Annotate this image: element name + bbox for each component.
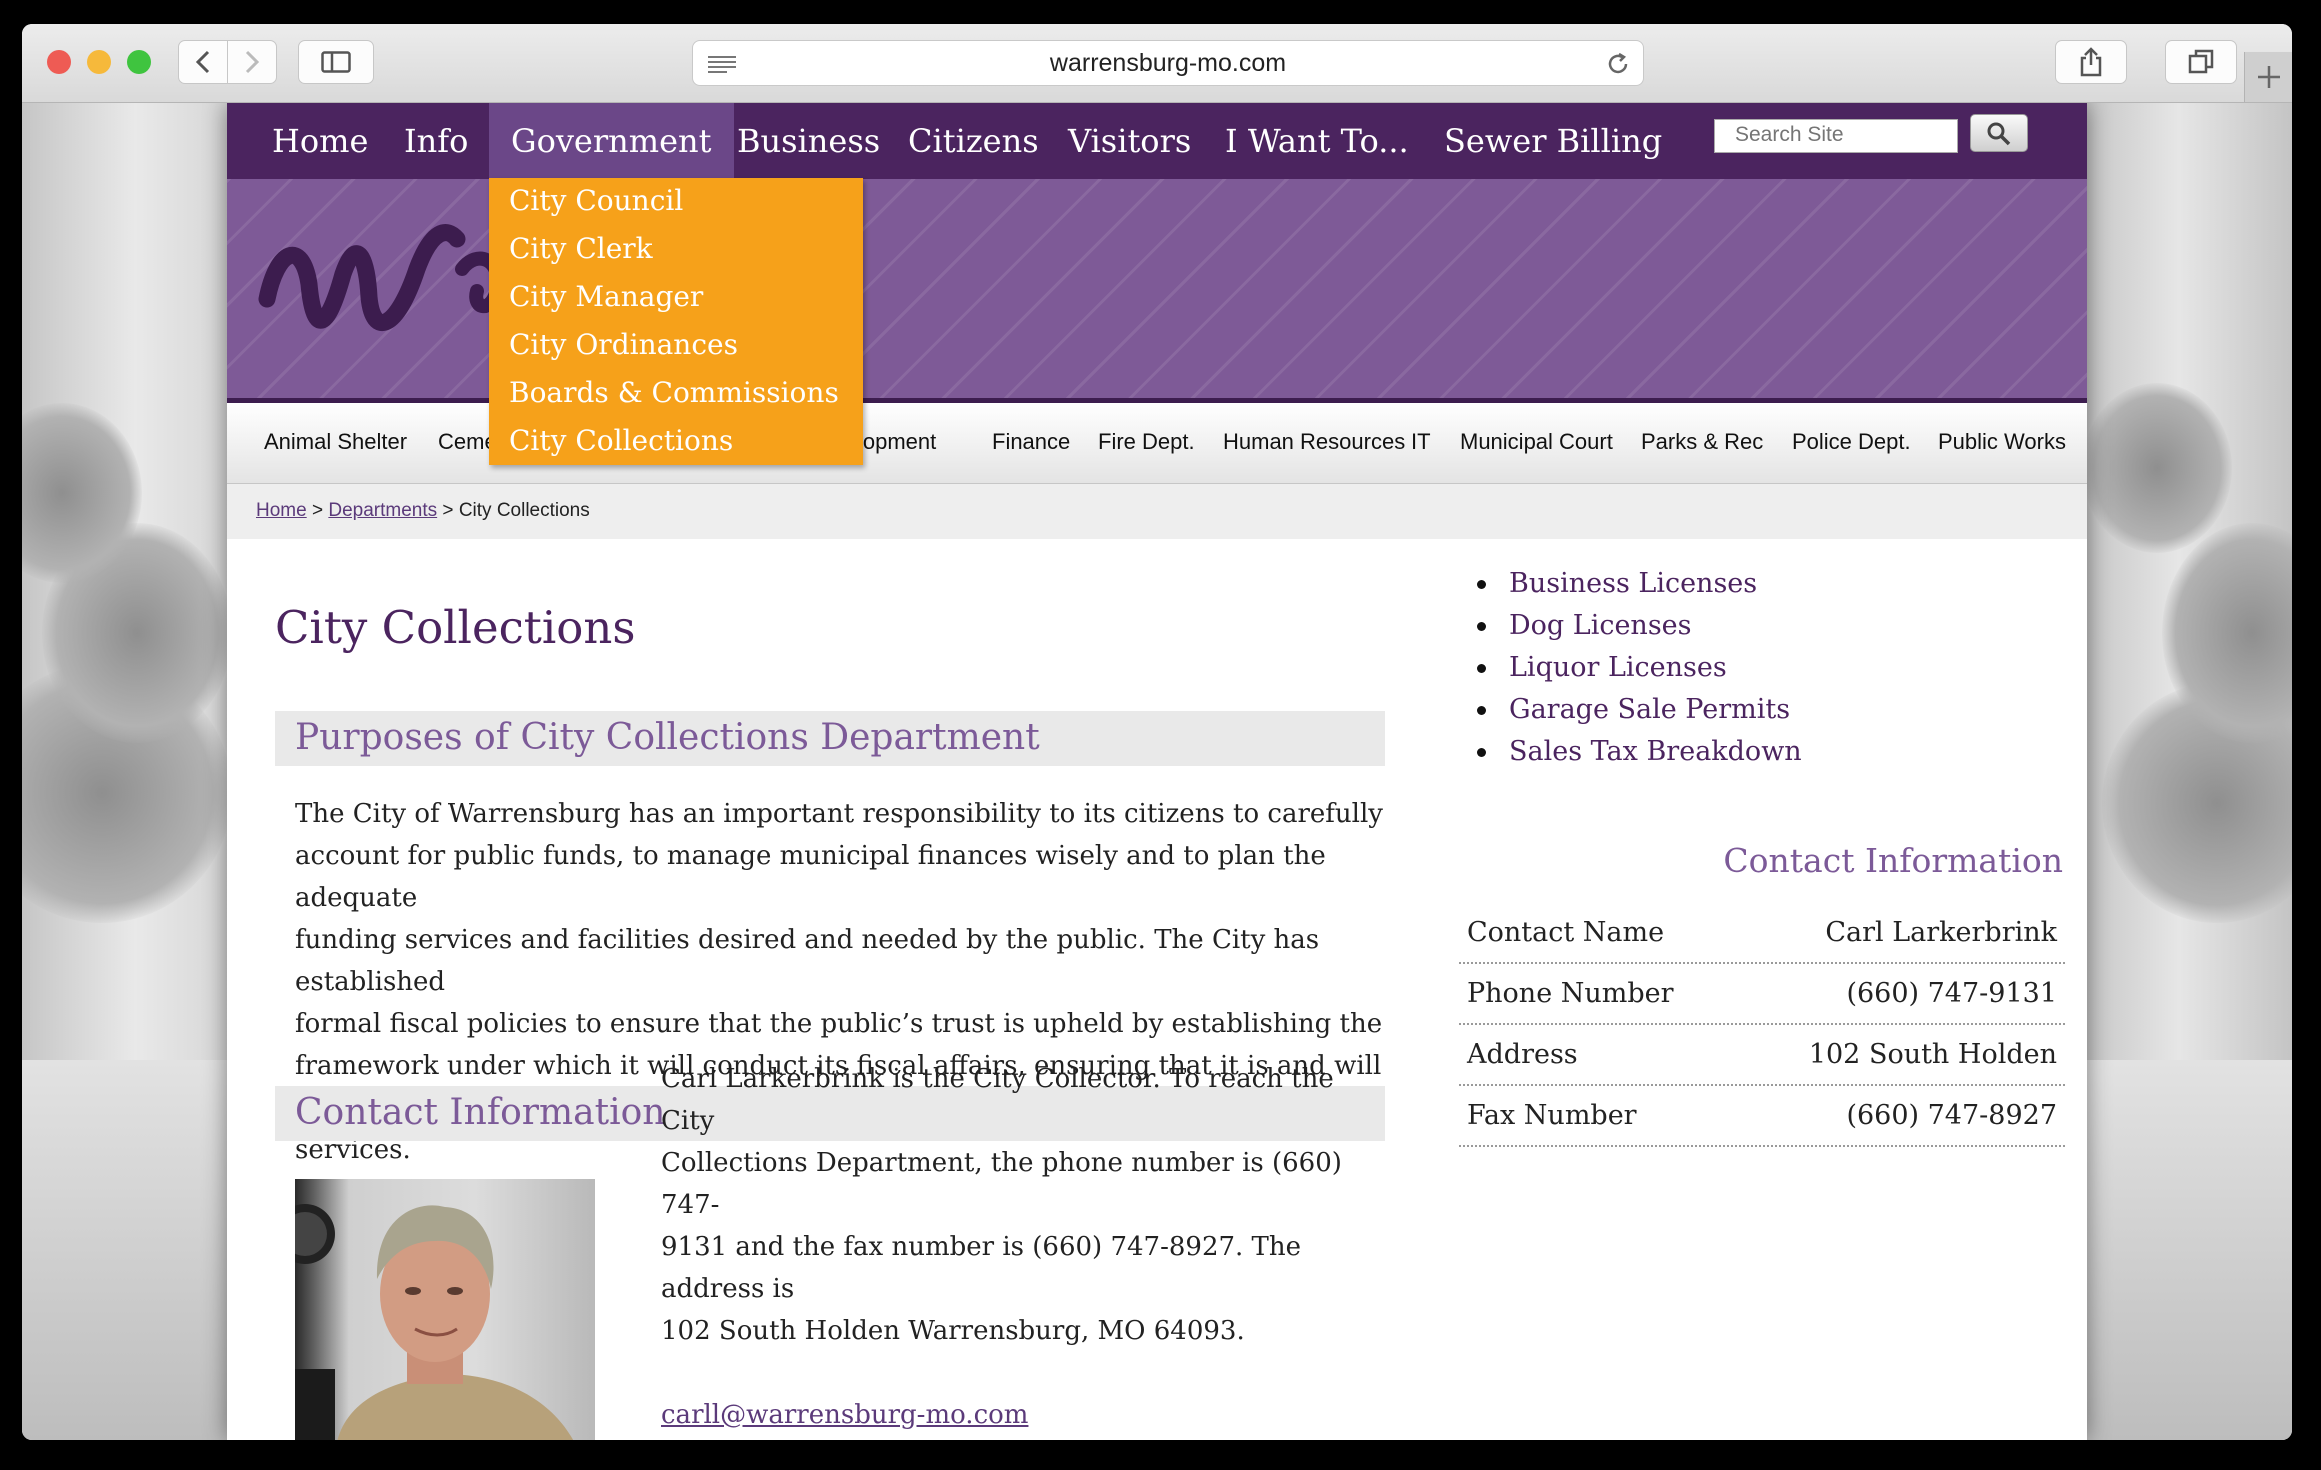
share-icon [2080, 47, 2102, 77]
new-tab-button[interactable] [2244, 52, 2292, 102]
nav-home[interactable]: Home [272, 103, 368, 179]
paragraph-line: funding services and facilities desired … [295, 925, 1320, 997]
table-row: Phone Number (660) 747-9131 [1459, 964, 2065, 1025]
menu-item-city-collections[interactable]: City Collections [509, 424, 733, 457]
reload-icon[interactable] [1605, 51, 1631, 77]
nav-visitors[interactable]: Visitors [1068, 103, 1191, 179]
zoom-window-button[interactable] [127, 50, 151, 74]
search-button[interactable] [1970, 114, 2028, 152]
contact-value: (660) 747-9131 [1846, 978, 2057, 1009]
nav-i-want-to[interactable]: I Want To... [1225, 103, 1409, 179]
minimize-window-button[interactable] [87, 50, 111, 74]
table-row: Address 102 South Holden [1459, 1025, 2065, 1086]
email-link[interactable]: carll@warrensburg-mo.com [661, 1400, 1028, 1430]
paragraph-line: 102 South Holden Warrensburg, MO 64093. [661, 1316, 1245, 1346]
menu-item-city-clerk[interactable]: City Clerk [509, 232, 653, 265]
address-bar[interactable]: warrensburg-mo.com [692, 40, 1644, 86]
contact-label: Contact Name [1467, 917, 1665, 948]
nav-citizens[interactable]: Citizens [908, 103, 1039, 179]
chevron-right-icon [245, 50, 260, 74]
url-text: warrensburg-mo.com [1049, 49, 1287, 77]
share-button[interactable] [2055, 40, 2127, 84]
tabs-button[interactable] [2165, 40, 2237, 84]
dept-it[interactable]: IT [1411, 429, 1431, 455]
tabs-icon [2188, 49, 2214, 74]
sidebar-icon [321, 51, 351, 73]
table-row: Contact Name Carl Larkerbrink [1459, 903, 2065, 964]
menu-item-city-council[interactable]: City Council [509, 184, 683, 217]
dept-finance[interactable]: Finance [992, 429, 1070, 455]
dept-cemetery[interactable]: Ceme [438, 429, 497, 455]
page-title: City Collections [275, 601, 636, 654]
contact-value: Carl Larkerbrink [1825, 917, 2057, 948]
nav-info[interactable]: Info [404, 103, 468, 179]
back-button[interactable] [178, 40, 228, 84]
dept-fire[interactable]: Fire Dept. [1098, 429, 1195, 455]
sidebar-links: Business Licenses Dog Licenses Liquor Li… [1475, 563, 1802, 773]
paragraph-line: Collections Department, the phone number… [661, 1148, 1342, 1220]
contact-paragraph: Carl Larkerbrink is the City Collector. … [661, 1058, 1381, 1436]
menu-item-city-manager[interactable]: City Manager [509, 280, 703, 313]
dept-human-resources[interactable]: Human Resources [1223, 429, 1405, 455]
dept-parks-rec[interactable]: Parks & Rec [1641, 429, 1763, 455]
dept-public-works[interactable]: Public Works [1938, 429, 2066, 455]
section-header-purposes: Purposes of City Collections Department [275, 711, 1385, 766]
breadcrumb-departments[interactable]: Departments [328, 500, 437, 521]
link-garage-sale-permits[interactable]: Garage Sale Permits [1475, 689, 1802, 731]
dept-municipal-court[interactable]: Municipal Court [1460, 429, 1613, 455]
paragraph-line: 9131 and the fax number is (660) 747-892… [661, 1232, 1302, 1304]
link-business-licenses[interactable]: Business Licenses [1475, 563, 1802, 605]
nav-government[interactable]: Government [489, 103, 734, 179]
browser-window: warrensburg-mo.com Home Info Government … [22, 24, 2292, 1440]
plus-icon [2258, 66, 2280, 88]
breadcrumb-current: City Collections [458, 500, 590, 521]
browser-toolbar: warrensburg-mo.com [22, 24, 2292, 103]
breadcrumb-home[interactable]: Home [256, 500, 307, 521]
chevron-left-icon [195, 50, 210, 74]
link-sales-tax-breakdown[interactable]: Sales Tax Breakdown [1475, 731, 1802, 773]
search-icon [1987, 122, 2011, 146]
breadcrumb-separator: > [442, 500, 454, 521]
nav-business[interactable]: Business [737, 103, 880, 179]
contact-table: Contact Name Carl Larkerbrink Phone Numb… [1459, 903, 2065, 1147]
government-dropdown-menu: City Council City Clerk City Manager Cit… [489, 178, 863, 465]
contact-label: Address [1467, 1039, 1578, 1070]
paragraph-line: formal fiscal policies to ensure that th… [295, 1009, 1383, 1039]
paragraph-line: account for public funds, to manage muni… [295, 841, 1326, 913]
dept-development[interactable]: lopment [858, 429, 936, 455]
search-input[interactable] [1733, 122, 1957, 148]
person-photo [295, 1204, 574, 1440]
section-title: Purposes of City Collections Department [295, 717, 1040, 758]
close-window-button[interactable] [47, 50, 71, 74]
link-dog-licenses[interactable]: Dog Licenses [1475, 605, 1802, 647]
paragraph-line: Carl Larkerbrink is the City Collector. … [661, 1064, 1334, 1136]
collector-photo [295, 1179, 595, 1440]
sidebar-toggle-button[interactable] [298, 40, 374, 84]
link-liquor-licenses[interactable]: Liquor Licenses [1475, 647, 1802, 689]
dept-police[interactable]: Police Dept. [1792, 429, 1911, 455]
forward-button[interactable] [227, 40, 277, 84]
breadcrumb: Home > Departments > City Collections [227, 484, 2087, 539]
breadcrumb-separator: > [311, 500, 324, 521]
contact-label: Phone Number [1467, 978, 1674, 1009]
sidebar-contact-title: Contact Information [1723, 841, 2063, 880]
search-field[interactable] [1714, 119, 1958, 153]
paragraph-line: The City of Warrensburg has an important… [295, 799, 1383, 829]
page-viewport: Home Info Government Business Citizens V… [22, 103, 2292, 1440]
menu-item-city-ordinances[interactable]: City Ordinances [509, 328, 738, 361]
table-row: Fax Number (660) 747-8927 [1459, 1086, 2065, 1147]
nav-sewer-billing[interactable]: Sewer Billing [1444, 103, 1662, 179]
contact-value: (660) 747-8927 [1846, 1100, 2057, 1131]
dept-animal-shelter[interactable]: Animal Shelter [264, 429, 407, 455]
contact-value: 102 South Holden [1808, 1039, 2057, 1070]
menu-item-boards-commissions[interactable]: Boards & Commissions [509, 376, 839, 409]
contact-label: Fax Number [1467, 1100, 1637, 1131]
section-title: Contact Information [295, 1092, 666, 1133]
main-nav: Home Info Government Business Citizens V… [227, 103, 2087, 179]
